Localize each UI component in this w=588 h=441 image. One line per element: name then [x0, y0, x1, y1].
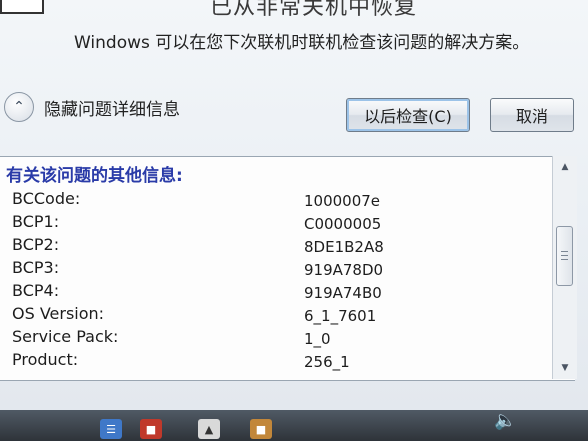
detail-value: 1_0: [304, 330, 331, 348]
detail-label: BCCode:: [12, 189, 81, 208]
cancel-button[interactable]: 取消: [490, 98, 574, 132]
detail-value: 8DE1B2A8: [304, 238, 384, 256]
shirt-icon[interactable]: ▲: [198, 419, 220, 439]
grip-line: [561, 259, 568, 260]
detail-label: Product:: [12, 350, 79, 369]
network-icon[interactable]: ☰: [100, 419, 122, 439]
detail-label: BCP2:: [12, 235, 60, 254]
details-header: 有关该问题的其他信息:: [6, 166, 183, 186]
detail-label: BCP4:: [12, 281, 60, 300]
folder-icon[interactable]: ■: [250, 419, 272, 439]
detail-label: BCP3:: [12, 258, 60, 277]
scroll-down-icon[interactable]: ▼: [555, 359, 575, 377]
scroll-thumb[interactable]: [556, 226, 573, 286]
problem-report-dialog: 已从非常关机中恢复 Windows 可以在您下次联机时联机检查该问题的解决方案。…: [0, 0, 588, 410]
detail-value: 1000007e: [304, 192, 381, 210]
scroll-up-icon[interactable]: ▲: [555, 158, 575, 176]
app-icon[interactable]: ■: [140, 419, 162, 439]
detail-label: BCP1:: [12, 212, 60, 231]
window-control[interactable]: [0, 0, 44, 14]
detail-value: 256_1: [304, 353, 350, 371]
grip-line: [561, 255, 568, 256]
check-later-button[interactable]: 以后检查(C): [346, 98, 470, 132]
detail-value: C0000005: [304, 215, 382, 233]
grip-line: [561, 251, 568, 252]
details-toggle-label: 隐藏问题详细信息: [44, 99, 180, 120]
detail-label: OS Version:: [12, 304, 105, 323]
details-panel: 有关该问题的其他信息: BCCode: 1000007e BCP1: C0000…: [0, 156, 575, 381]
chevron-up-icon[interactable]: ⌃: [4, 92, 34, 122]
detail-value: 919A78D0: [304, 261, 384, 279]
detail-value: 6_1_7601: [304, 307, 377, 325]
details-scrollbar[interactable]: ▲ ▼: [552, 156, 577, 379]
speaker-icon[interactable]: 🔈: [494, 410, 516, 431]
detail-label: Service Pack:: [12, 327, 119, 346]
detail-value: 919A74B0: [304, 284, 382, 302]
details-toggle[interactable]: ⌃ 隐藏问题详细信息: [4, 92, 180, 122]
dialog-title: 已从非常关机中恢复: [210, 0, 418, 20]
dialog-message: Windows 可以在您下次联机时联机检查该问题的解决方案。: [74, 33, 530, 53]
